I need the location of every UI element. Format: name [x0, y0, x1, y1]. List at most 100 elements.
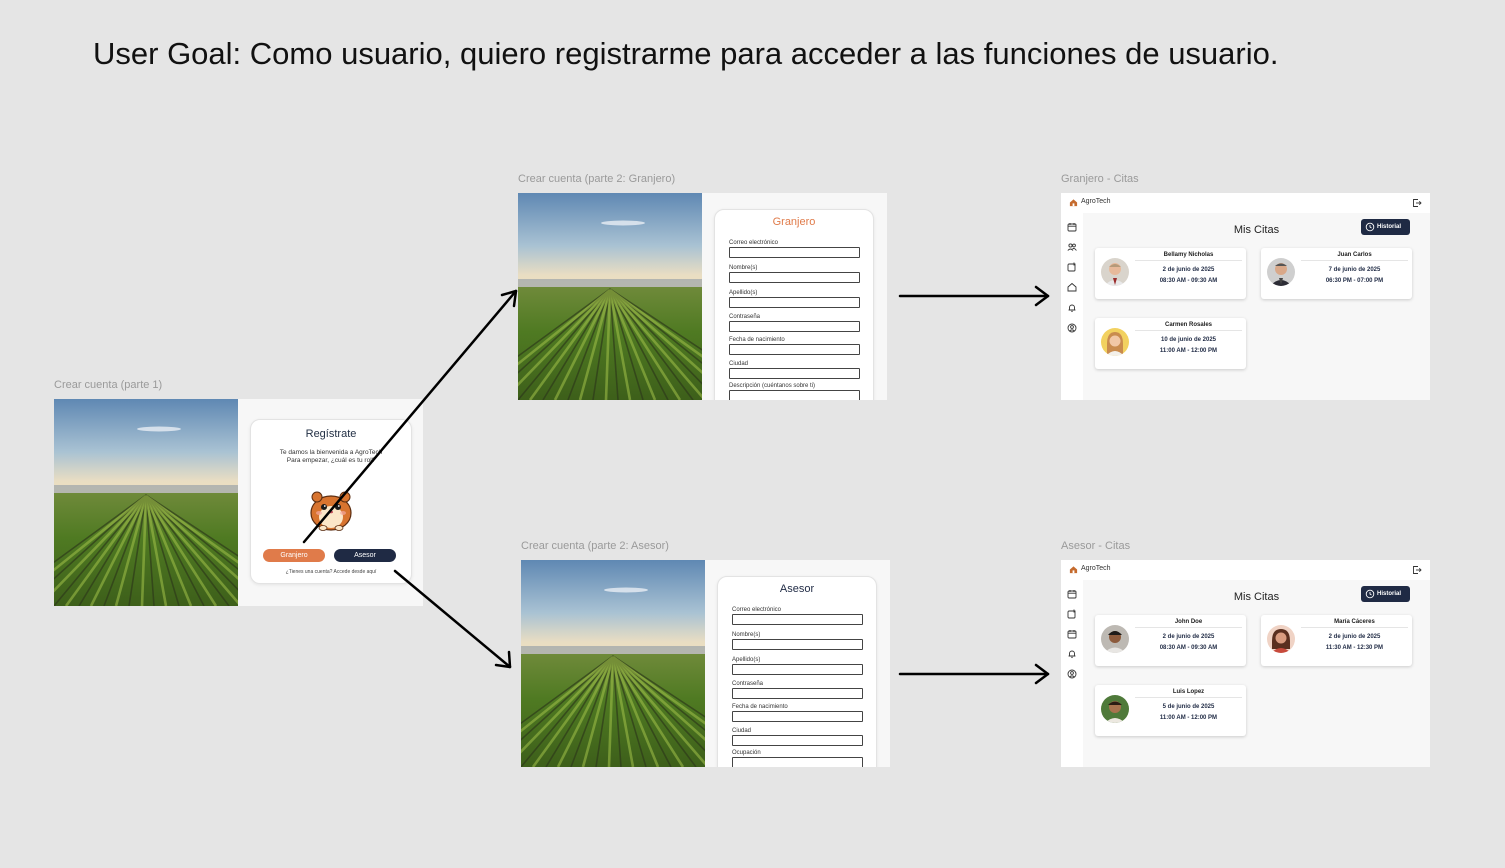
add-appointment-icon[interactable]: [1067, 609, 1077, 619]
birthdate-field[interactable]: Fecha de nacimiento: [729, 336, 860, 355]
city-label: Ciudad: [732, 728, 752, 734]
frame-register-granjero: Granjero Correo electrónico Nombre(s) Ap…: [518, 193, 887, 400]
users-icon[interactable]: [1067, 242, 1077, 252]
birthdate-input[interactable]: [729, 344, 860, 355]
appointment-time: 11:30 AM - 12:30 PM: [1325, 645, 1384, 651]
appointment-name: John Doe: [1135, 619, 1242, 628]
birthdate-input[interactable]: [732, 711, 863, 722]
password-field[interactable]: Contraseña: [729, 313, 860, 332]
asesor-form-panel: Asesor Correo electrónico Nombre(s) Apel…: [705, 560, 890, 767]
city-input[interactable]: [732, 735, 863, 746]
granjero-form-card: Granjero Correo electrónico Nombre(s) Ap…: [714, 209, 874, 400]
nombre-field[interactable]: Nombre(s): [729, 264, 860, 283]
appointment-time: 08:30 AM - 09:30 AM: [1159, 278, 1218, 284]
occupation-input[interactable]: [732, 757, 863, 767]
apellido-input[interactable]: [729, 297, 860, 308]
avatar: [1267, 258, 1295, 286]
avatar: [1101, 258, 1129, 286]
appointment-card[interactable]: Luis Lopez 5 de junio de 2025 11:00 AM -…: [1095, 685, 1246, 736]
appointment-card[interactable]: John Doe 2 de junio de 2025 08:30 AM - 0…: [1095, 615, 1246, 666]
email-label: Correo electrónico: [732, 607, 782, 613]
granjero-role-button[interactable]: Granjero: [263, 549, 325, 562]
city-input[interactable]: [729, 368, 860, 379]
occupation-field[interactable]: Ocupación: [732, 749, 863, 767]
logout-icon[interactable]: [1412, 198, 1422, 208]
arrow-head: [1034, 663, 1050, 685]
appointment-card[interactable]: Bellamy Nicholas 2 de junio de 2025 08:3…: [1095, 248, 1246, 299]
calendar-icon[interactable]: [1067, 589, 1077, 599]
avatar: [1101, 328, 1129, 356]
apellido-field[interactable]: Apellido(s): [729, 289, 860, 308]
nombre-input[interactable]: [732, 639, 863, 650]
frame-granjero-citas: AgroTech Mis Citas Historial Bellamy Nic…: [1061, 193, 1430, 400]
apellido-input[interactable]: [732, 664, 863, 675]
home-icon[interactable]: [1067, 282, 1077, 292]
historial-button[interactable]: Historial: [1361, 219, 1410, 235]
appointment-name: Luis Lopez: [1135, 689, 1242, 698]
appointment-name: Carmen Rosales: [1135, 322, 1242, 331]
profile-icon[interactable]: [1067, 323, 1077, 333]
occupation-label: Ocupación: [732, 750, 761, 756]
bell-icon[interactable]: [1067, 303, 1077, 313]
birthdate-label: Fecha de nacimiento: [732, 704, 788, 710]
bell-icon[interactable]: [1067, 649, 1077, 659]
nombre-input[interactable]: [729, 272, 860, 283]
granjero-form-title: Granjero: [772, 216, 816, 228]
city-label: Ciudad: [729, 361, 749, 367]
appointment-card[interactable]: Carmen Rosales 10 de junio de 2025 11:00…: [1095, 318, 1246, 369]
frame-label-asesor-form: Crear cuenta (parte 2: Asesor): [521, 540, 669, 552]
email-field[interactable]: Correo electrónico: [729, 239, 860, 258]
citas-main: Mis Citas Historial Bellamy Nicholas 2 d…: [1083, 213, 1430, 400]
schedule-icon[interactable]: [1067, 629, 1077, 639]
historial-button[interactable]: Historial: [1361, 586, 1410, 602]
login-link[interactable]: ¿Tienes una cuenta? Accede desde aquí: [251, 569, 411, 575]
asesor-role-button[interactable]: Asesor: [334, 549, 396, 562]
profile-icon[interactable]: [1067, 669, 1077, 679]
email-input[interactable]: [729, 247, 860, 258]
nombre-field[interactable]: Nombre(s): [732, 631, 863, 650]
description-input[interactable]: [729, 390, 860, 400]
password-input[interactable]: [729, 321, 860, 332]
app-name: AgroTech: [1081, 198, 1111, 205]
apellido-field[interactable]: Apellido(s): [732, 656, 863, 675]
farm-landscape-image: [521, 560, 705, 767]
register-subtitle-line1: Te damos la bienvenida a AgroTech: [279, 449, 383, 456]
appointment-date: 10 de junio de 2025: [1160, 337, 1217, 343]
historial-label: Historial: [1377, 591, 1402, 597]
add-appointment-icon[interactable]: [1067, 262, 1077, 272]
city-field[interactable]: Ciudad: [732, 727, 863, 746]
avatar: [1101, 695, 1129, 723]
register-title: Regístrate: [305, 428, 357, 440]
history-icon: [1365, 589, 1375, 599]
birthdate-field[interactable]: Fecha de nacimiento: [732, 703, 863, 722]
agrotech-logo-icon: [1069, 565, 1078, 574]
historial-label: Historial: [1377, 224, 1402, 230]
apellido-label: Apellido(s): [729, 290, 758, 296]
password-label: Contraseña: [732, 681, 764, 687]
password-input[interactable]: [732, 688, 863, 699]
appointment-card[interactable]: María Cáceres 2 de junio de 2025 11:30 A…: [1261, 615, 1412, 666]
appointment-date: 7 de junio de 2025: [1328, 267, 1381, 273]
asesor-form-card: Asesor Correo electrónico Nombre(s) Apel…: [717, 576, 877, 767]
email-input[interactable]: [732, 614, 863, 625]
password-field[interactable]: Contraseña: [732, 680, 863, 699]
frame-label-granjero-form: Crear cuenta (parte 2: Granjero): [518, 173, 676, 185]
appointment-time: 11:00 AM - 12:00 PM: [1159, 348, 1218, 354]
appointment-card[interactable]: Juan Carlos 7 de junio de 2025 06:30 PM …: [1261, 248, 1412, 299]
password-label: Contraseña: [729, 314, 761, 320]
farm-landscape-image: [518, 193, 702, 400]
email-label: Correo electrónico: [729, 240, 779, 246]
nombre-label: Nombre(s): [732, 632, 761, 638]
calendar-icon[interactable]: [1067, 222, 1077, 232]
asesor-form-title: Asesor: [779, 583, 815, 595]
register-subtitle: Te damos la bienvenida a AgroTech Para e…: [251, 449, 411, 465]
logout-icon[interactable]: [1412, 565, 1422, 575]
appointment-date: 2 de junio de 2025: [1328, 634, 1381, 640]
description-field[interactable]: Descripción (cuéntanos sobre ti): [729, 382, 860, 400]
granjero-form-panel: Granjero Correo electrónico Nombre(s) Ap…: [702, 193, 887, 400]
email-field[interactable]: Correo electrónico: [732, 606, 863, 625]
appointment-date: 5 de junio de 2025: [1162, 704, 1215, 710]
frame-label-part1: Crear cuenta (parte 1): [54, 379, 163, 391]
history-icon: [1365, 222, 1375, 232]
city-field[interactable]: Ciudad: [729, 360, 860, 379]
